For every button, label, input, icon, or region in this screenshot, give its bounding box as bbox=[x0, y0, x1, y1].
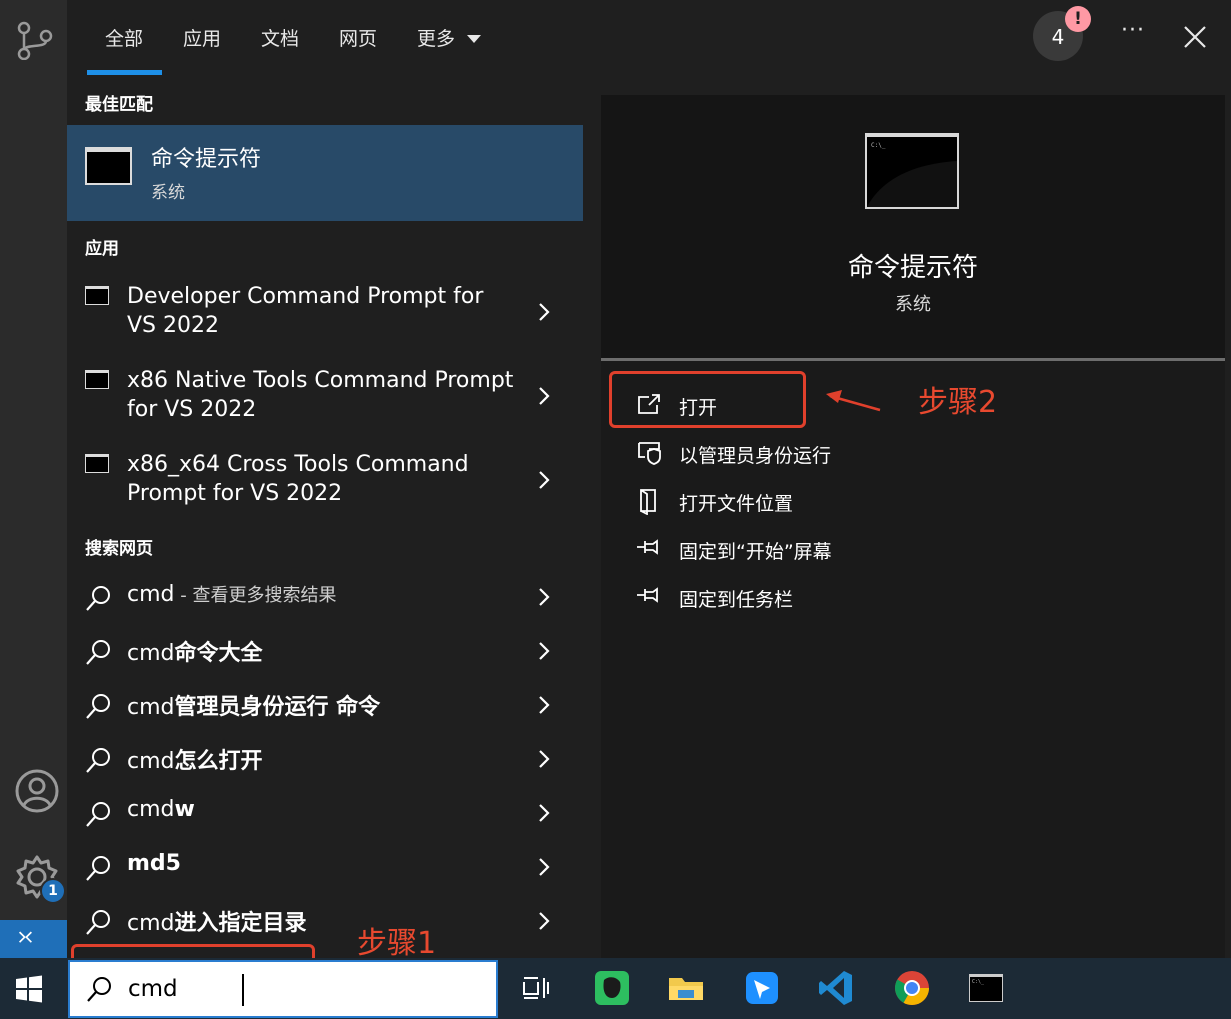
more-options-button[interactable]: ··· bbox=[1117, 18, 1149, 54]
search-icon bbox=[86, 802, 110, 827]
search-icon bbox=[86, 640, 110, 665]
cmd-icon bbox=[85, 147, 132, 185]
tab-web[interactable]: 网页 bbox=[339, 24, 377, 51]
preview-panel: C:\_ 命令提示符 系统 打开 以管理员身份运行 打开文件位置 固定到“开始”… bbox=[601, 95, 1225, 958]
run-as-admin-label: 以管理员身份运行 bbox=[679, 445, 832, 467]
best-match-subtitle: 系统 bbox=[151, 183, 185, 203]
search-query: cmd bbox=[128, 976, 178, 1002]
svg-text:C:\_: C:\_ bbox=[871, 142, 886, 149]
feishu-icon[interactable] bbox=[742, 968, 782, 1008]
web-result-item[interactable]: cmd - 查看更多搜索结果 bbox=[67, 581, 583, 627]
cmd-icon: C:\_ bbox=[865, 133, 959, 209]
tab-all[interactable]: 全部 bbox=[105, 24, 143, 51]
web-result-label: cmd怎么打开 bbox=[127, 749, 263, 774]
web-result-item[interactable]: cmd管理员身份运行 命令 bbox=[67, 689, 583, 735]
tab-more[interactable]: 更多 bbox=[417, 24, 482, 51]
web-result-item[interactable]: cmdw bbox=[67, 797, 583, 843]
chevron-right-icon[interactable] bbox=[537, 639, 551, 663]
tab-more-label: 更多 bbox=[417, 28, 456, 50]
chevron-right-icon[interactable] bbox=[537, 585, 551, 609]
chrome-icon[interactable] bbox=[892, 968, 932, 1008]
chevron-right-icon[interactable] bbox=[537, 909, 551, 933]
task-view-icon[interactable] bbox=[516, 968, 556, 1008]
web-result-label: cmd管理员身份运行 命令 bbox=[127, 695, 381, 720]
file-explorer-icon[interactable] bbox=[666, 968, 706, 1008]
alert-icon: ! bbox=[1065, 6, 1091, 32]
tab-apps[interactable]: 应用 bbox=[183, 24, 221, 51]
chevron-right-icon[interactable] bbox=[537, 693, 551, 717]
svg-text:C:\_: C:\_ bbox=[972, 979, 985, 985]
step2-arrow-icon bbox=[826, 390, 881, 412]
step1-label: 步骤1 bbox=[357, 926, 437, 961]
step2-label: 步骤2 bbox=[918, 385, 998, 420]
app-result-item[interactable]: Developer Command Prompt for VS 2022 bbox=[67, 282, 583, 362]
app-result-label: x86 Native Tools Command Prompt for VS 2… bbox=[127, 368, 514, 422]
chevron-right-icon[interactable] bbox=[537, 300, 551, 324]
remote-indicator[interactable] bbox=[0, 920, 67, 958]
tab-documents[interactable]: 文档 bbox=[261, 24, 299, 51]
active-tab-indicator bbox=[87, 70, 162, 75]
taskbar: cmd C:\_ bbox=[0, 958, 1231, 1019]
preview-subtitle: 系统 bbox=[895, 294, 931, 315]
file-location-icon bbox=[640, 489, 656, 515]
search-icon bbox=[86, 694, 110, 719]
shield-icon bbox=[638, 442, 661, 465]
app-result-item[interactable]: x86_x64 Cross Tools Command Prompt for V… bbox=[67, 450, 583, 530]
chevron-right-icon[interactable] bbox=[537, 384, 551, 408]
web-result-item[interactable]: cmd命令大全 bbox=[67, 635, 583, 681]
pin-to-taskbar-label: 固定到任务栏 bbox=[679, 589, 794, 611]
best-match-title: 命令提示符 bbox=[151, 147, 262, 172]
web-result-label: cmdw bbox=[127, 797, 195, 822]
chevron-right-icon[interactable] bbox=[537, 801, 551, 825]
preview-title: 命令提示符 bbox=[847, 253, 978, 283]
pin-icon bbox=[637, 539, 658, 555]
chevron-right-icon[interactable] bbox=[537, 468, 551, 492]
web-search-heading: 搜索网页 bbox=[85, 539, 153, 559]
app-result-label: Developer Command Prompt for VS 2022 bbox=[127, 284, 484, 338]
web-result-label: cmd命令大全 bbox=[127, 641, 263, 666]
evernote-icon[interactable] bbox=[592, 968, 632, 1008]
account-icon[interactable] bbox=[14, 768, 60, 814]
results-panel: 最佳匹配 命令提示符 系统 应用 Developer Command Promp… bbox=[67, 76, 583, 958]
web-result-label: md5 bbox=[127, 851, 181, 876]
search-icon bbox=[86, 910, 110, 935]
cmd-icon bbox=[85, 286, 109, 305]
cmd-icon bbox=[85, 370, 109, 389]
search-icon bbox=[87, 977, 111, 1002]
taskbar-search-input[interactable]: cmd bbox=[68, 960, 498, 1018]
search-icon bbox=[86, 856, 110, 881]
app-result-label: x86_x64 Cross Tools Command Prompt for V… bbox=[127, 452, 469, 506]
best-match-heading: 最佳匹配 bbox=[85, 95, 153, 115]
web-result-item[interactable]: cmd怎么打开 bbox=[67, 743, 583, 789]
search-icon bbox=[86, 748, 110, 773]
caret-down-icon bbox=[467, 34, 482, 43]
text-caret bbox=[242, 974, 244, 1006]
source-control-icon[interactable] bbox=[14, 20, 54, 60]
search-header: 全部 应用 文档 网页 更多 4 ! ··· bbox=[67, 0, 1231, 76]
app-result-item[interactable]: x86 Native Tools Command Prompt for VS 2… bbox=[67, 366, 583, 446]
settings-badge: 1 bbox=[40, 878, 66, 904]
search-icon bbox=[86, 586, 110, 611]
best-match-item[interactable]: 命令提示符 系统 bbox=[67, 125, 583, 221]
activity-bar: 1 bbox=[0, 0, 67, 958]
apps-heading: 应用 bbox=[85, 239, 119, 259]
close-icon[interactable] bbox=[1179, 20, 1211, 54]
pin-to-start-label: 固定到“开始”屏幕 bbox=[679, 541, 832, 563]
web-result-item[interactable]: md5 bbox=[67, 851, 583, 897]
web-result-label: cmd - 查看更多搜索结果 bbox=[127, 582, 337, 607]
open-file-location-label: 打开文件位置 bbox=[679, 493, 794, 515]
step2-highlight-box bbox=[609, 371, 806, 428]
remote-icon bbox=[18, 931, 32, 943]
divider bbox=[601, 358, 1225, 361]
chevron-right-icon[interactable] bbox=[537, 855, 551, 879]
web-result-label: cmd进入指定目录 bbox=[127, 911, 307, 936]
cmd-icon[interactable]: C:\_ bbox=[966, 968, 1006, 1008]
chevron-right-icon[interactable] bbox=[537, 747, 551, 771]
windows-start-icon[interactable] bbox=[14, 974, 44, 1004]
vscode-icon[interactable] bbox=[816, 968, 856, 1008]
cmd-icon bbox=[85, 454, 109, 473]
pin-icon bbox=[637, 587, 658, 603]
